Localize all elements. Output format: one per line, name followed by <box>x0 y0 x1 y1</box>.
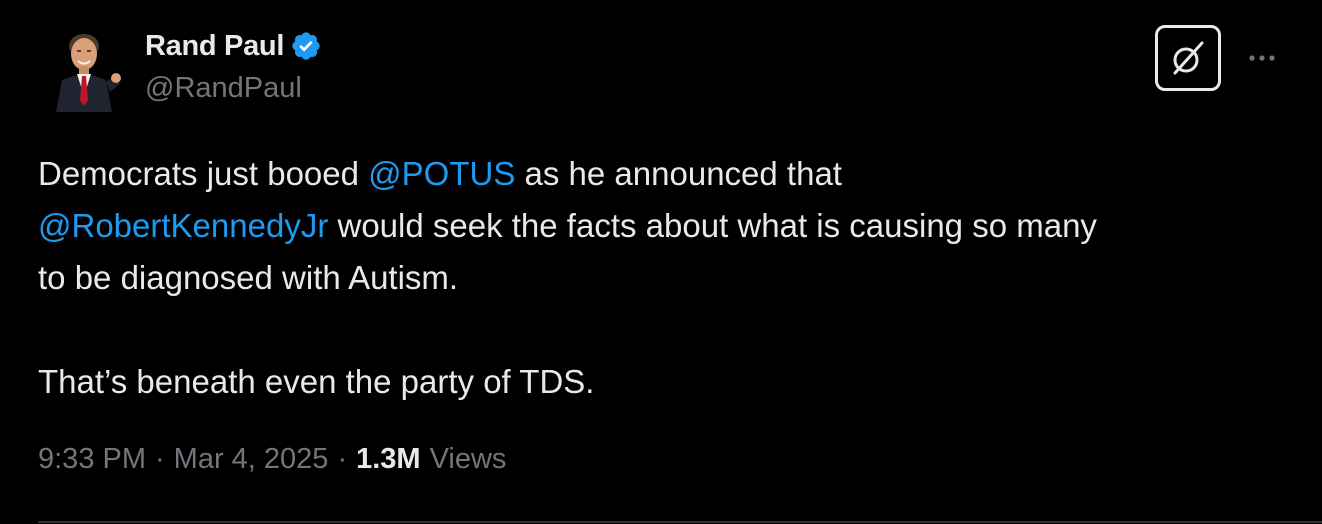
author-block: Rand Paul @RandPaul <box>145 26 322 105</box>
mention-link-robertkennedyjr[interactable]: @RobertKennedyJr <box>38 207 328 244</box>
meta-separator: · <box>155 443 165 475</box>
tweet-text: Democrats just booed @POTUS as he announ… <box>38 148 1288 408</box>
more-options-button[interactable] <box>1244 40 1280 76</box>
meta-separator: · <box>337 443 348 475</box>
tweet-date[interactable]: Mar 4, 2025 <box>174 443 329 476</box>
tweet-line: @RobertKennedyJr would seek the facts ab… <box>38 200 1288 252</box>
author-handle[interactable]: @RandPaul <box>145 72 322 105</box>
tweet-line: That’s beneath even the party of TDS. <box>38 363 595 400</box>
verified-badge-icon[interactable] <box>290 30 322 62</box>
more-horizontal-icon <box>1249 55 1275 61</box>
tweet-text-segment: as he announced that <box>515 155 842 192</box>
tweet-text-segment: would seek the facts about what is causi… <box>328 207 1097 244</box>
tweet-line: to be diagnosed with Autism. <box>38 259 459 296</box>
views-count[interactable]: 1.3M <box>356 443 420 476</box>
divider <box>38 521 1322 523</box>
name-row: Rand Paul <box>145 26 322 66</box>
author-display-name[interactable]: Rand Paul <box>145 30 284 63</box>
grok-button[interactable] <box>1155 25 1221 91</box>
mention-link-potus[interactable]: @POTUS <box>368 155 515 192</box>
grok-icon <box>1173 41 1204 75</box>
tweet-text-segment: Democrats just booed <box>38 155 369 192</box>
avatar[interactable] <box>50 26 128 112</box>
tweet-metadata: 9:33 PM · Mar 4, 2025 · 1.3M Views <box>38 443 506 476</box>
tweet-card: Rand Paul @RandPaul Democrats just booed… <box>0 0 1322 524</box>
avatar-image <box>50 26 128 112</box>
tweet-time[interactable]: 9:33 PM <box>38 443 146 476</box>
views-label: Views <box>429 443 507 475</box>
tweet-line: Democrats just booed @POTUS as he announ… <box>38 148 1288 200</box>
